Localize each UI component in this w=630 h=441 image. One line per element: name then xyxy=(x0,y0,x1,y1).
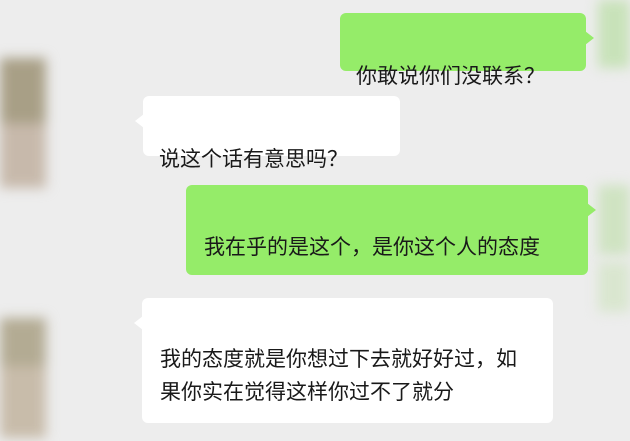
message-text: 我的态度就是你想过下去就好好过，如果你实在觉得这样你过不了就分 xyxy=(160,347,517,404)
message-text: 我在乎的是这个，是你这个人的态度 xyxy=(204,235,540,259)
chat-message-list[interactable]: 你敢说你们没联系？ 说这个话有意思吗？ 我在乎的是这个，是你这个人的态度 我的态… xyxy=(0,0,630,441)
message-text: 说这个话有意思吗？ xyxy=(159,147,348,171)
contact-avatar[interactable] xyxy=(0,58,46,188)
self-avatar[interactable] xyxy=(598,262,630,312)
self-avatar[interactable] xyxy=(598,0,630,68)
contact-avatar[interactable] xyxy=(0,318,46,438)
self-avatar[interactable] xyxy=(598,185,630,255)
message-text: 你敢说你们没联系？ xyxy=(356,64,545,88)
message-bubble-incoming[interactable]: 我的态度就是你想过下去就好好过，如果你实在觉得这样你过不了就分 xyxy=(134,298,553,423)
message-bubble-outgoing[interactable]: 我在乎的是这个，是你这个人的态度 xyxy=(186,185,596,275)
message-bubble-incoming[interactable]: 说这个话有意思吗？ xyxy=(135,96,400,171)
message-bubble-outgoing[interactable]: 你敢说你们没联系？ xyxy=(340,13,594,88)
